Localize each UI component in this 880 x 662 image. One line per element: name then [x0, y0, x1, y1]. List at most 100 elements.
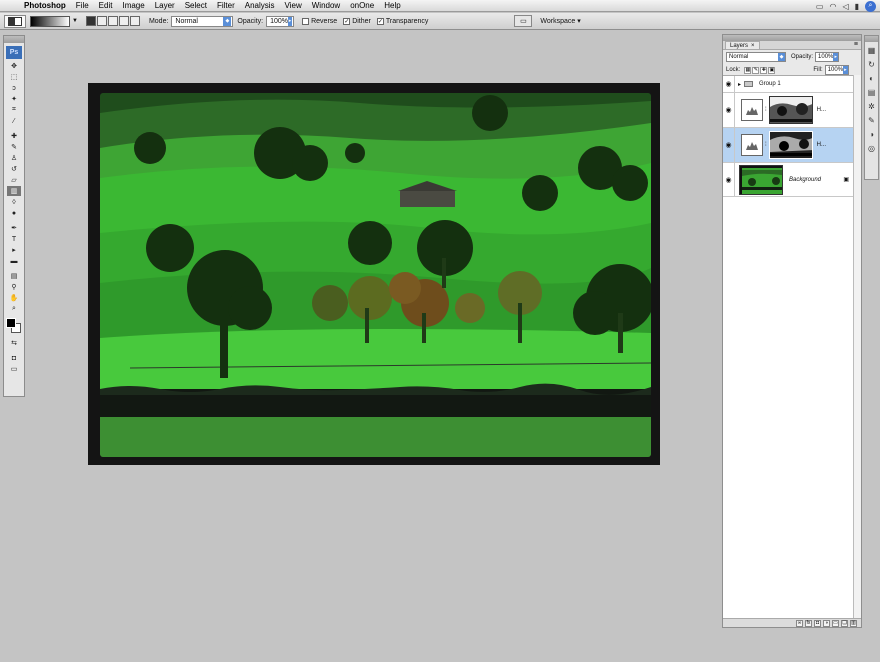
menu-layer[interactable]: Layer [150, 1, 180, 10]
tool-preset-picker[interactable] [4, 14, 26, 28]
brush-tool-icon[interactable]: ✎ [7, 142, 21, 152]
transparency-checkbox[interactable]: ✓ Transparency [376, 17, 428, 25]
layer-style-icon[interactable]: fx [805, 619, 812, 627]
dodge-tool-icon[interactable]: ● [7, 208, 21, 218]
move-tool-icon[interactable]: ✥ [7, 61, 21, 71]
disclosure-triangle-icon[interactable]: ▸ [738, 81, 741, 88]
swap-colors-icon[interactable]: ⇆ [7, 338, 21, 348]
quick-mask-icon[interactable]: ◘ [7, 353, 21, 363]
layer-mask-thumbnail[interactable] [768, 96, 813, 124]
lock-pixels-icon[interactable]: ✎ [752, 66, 760, 74]
new-layer-icon[interactable]: ❏ [841, 619, 848, 627]
lock-all-icon[interactable]: ▣ [768, 66, 776, 74]
link-icon[interactable]: ⁞ [765, 107, 767, 113]
angle-gradient-button[interactable] [107, 16, 118, 26]
visibility-eye-icon[interactable]: ◉ [723, 128, 735, 162]
wifi-icon[interactable]: ◠ [829, 2, 836, 11]
dock-titlebar[interactable] [865, 36, 878, 42]
reflected-gradient-button[interactable] [118, 16, 129, 26]
menu-help[interactable]: Help [379, 1, 405, 10]
lasso-tool-icon[interactable]: ↄ [7, 83, 21, 93]
dither-checkbox[interactable]: ✓ Dither [343, 17, 371, 25]
link-layers-icon[interactable]: ∞ [796, 619, 803, 627]
healing-brush-tool-icon[interactable]: ✚ [7, 131, 21, 141]
slice-tool-icon[interactable]: ⁄ [7, 116, 21, 126]
color-icon[interactable]: ◐ [866, 73, 877, 84]
path-selection-tool-icon[interactable]: ▸ [7, 245, 21, 255]
opacity-field[interactable]: 100% ▸ [266, 15, 295, 27]
lock-position-icon[interactable]: ✚ [760, 66, 768, 74]
layer-background[interactable]: ◉ Background ▣ [723, 163, 855, 197]
history-icon[interactable]: ↻ [866, 59, 877, 70]
layers-scrollbar[interactable] [853, 75, 861, 619]
notes-tool-icon[interactable]: ▤ [7, 271, 21, 281]
blend-mode-select[interactable]: Normal ◆ [726, 52, 786, 62]
clone-stamp-tool-icon[interactable]: ♙ [7, 153, 21, 163]
ps-logo[interactable]: Ps [6, 46, 22, 59]
volume-icon[interactable]: ◁ [842, 2, 848, 11]
pen-tool-icon[interactable]: ✒ [7, 223, 21, 233]
adjustments-icon[interactable]: ◑ [866, 129, 877, 140]
brushes-icon[interactable]: ✎ [866, 115, 877, 126]
new-group-icon[interactable]: ▭ [832, 619, 839, 627]
visibility-eye-icon[interactable]: ◉ [723, 76, 735, 92]
diamond-gradient-button[interactable] [129, 16, 140, 26]
navigator-icon[interactable]: ▦ [866, 45, 877, 56]
screen-mode-icon[interactable]: ▭ [7, 364, 21, 374]
toggle-palettes-button[interactable]: ▭ [514, 15, 533, 27]
trash-icon[interactable]: ▥ [850, 619, 857, 627]
type-tool-icon[interactable]: T [7, 234, 21, 244]
linear-gradient-button[interactable] [85, 16, 96, 26]
layer-adjustment[interactable]: ◉ ⁞ H... [723, 93, 855, 128]
marquee-tool-icon[interactable]: ⬚ [7, 72, 21, 82]
blur-tool-icon[interactable]: ◊ [7, 197, 21, 207]
layer-opacity-field[interactable]: 100% ▸ [815, 52, 840, 62]
layer-mask-thumbnail[interactable] [768, 131, 813, 159]
mode-select[interactable]: Normal ◆ [171, 15, 234, 27]
new-adjustment-icon[interactable]: ◑ [823, 619, 830, 627]
menu-image[interactable]: Image [117, 1, 149, 10]
menu-edit[interactable]: Edit [94, 1, 118, 10]
styles-icon[interactable]: ✲ [866, 101, 877, 112]
landscape-photo[interactable] [100, 93, 651, 457]
gradient-tool-icon[interactable]: ▥ [7, 186, 21, 196]
visibility-eye-icon[interactable]: ◉ [723, 163, 735, 196]
fill-field[interactable]: 100% ▸ [824, 65, 849, 75]
spotlight-icon[interactable]: ⌕ [865, 0, 876, 12]
shape-tool-icon[interactable]: ▬ [7, 256, 21, 266]
hand-tool-icon[interactable]: ✋ [7, 293, 21, 303]
document-canvas[interactable] [88, 83, 660, 465]
panel-menu-icon[interactable]: ≡ [854, 41, 858, 48]
menu-window[interactable]: Window [307, 1, 345, 10]
layer-adjustment-selected[interactable]: ◉ ⁞ H... [723, 128, 855, 163]
eyedropper-tool-icon[interactable]: ⚲ [7, 282, 21, 292]
visibility-eye-icon[interactable]: ◉ [723, 93, 735, 127]
layer-group[interactable]: ◉ ▸ Group 1 [723, 76, 855, 93]
gradient-swatch[interactable] [30, 15, 70, 27]
menu-file[interactable]: File [71, 1, 94, 10]
workspace-menu[interactable]: Workspace ▾ [540, 17, 580, 25]
chevron-down-icon[interactable]: ▼ [72, 18, 78, 24]
menu-onone[interactable]: onOne [345, 1, 379, 10]
add-mask-icon[interactable]: ◘ [814, 619, 821, 627]
reverse-checkbox[interactable]: Reverse [302, 17, 337, 25]
menu-app[interactable]: Photoshop [22, 1, 71, 10]
eraser-tool-icon[interactable]: ▱ [7, 175, 21, 185]
history-brush-tool-icon[interactable]: ↺ [7, 164, 21, 174]
display-icon[interactable]: ▭ [816, 2, 824, 11]
menu-view[interactable]: View [280, 1, 307, 10]
link-icon[interactable]: ⁞ [765, 142, 767, 148]
magic-wand-tool-icon[interactable]: ✦ [7, 94, 21, 104]
foreground-color-swatch[interactable] [6, 318, 16, 328]
menu-select[interactable]: Select [180, 1, 212, 10]
battery-icon[interactable]: ▮ [855, 2, 859, 11]
swatches-icon[interactable]: ▤ [866, 87, 877, 98]
menu-filter[interactable]: Filter [212, 1, 240, 10]
zoom-tool-icon[interactable]: ⌕ [7, 304, 21, 314]
toolbox-titlebar[interactable] [4, 36, 24, 43]
tab-layers[interactable]: Layers × [725, 41, 760, 49]
menu-analysis[interactable]: Analysis [240, 1, 280, 10]
crop-tool-icon[interactable]: ⌗ [7, 105, 21, 115]
close-icon[interactable]: × [751, 43, 755, 49]
masks-icon[interactable]: ◎ [866, 143, 877, 154]
